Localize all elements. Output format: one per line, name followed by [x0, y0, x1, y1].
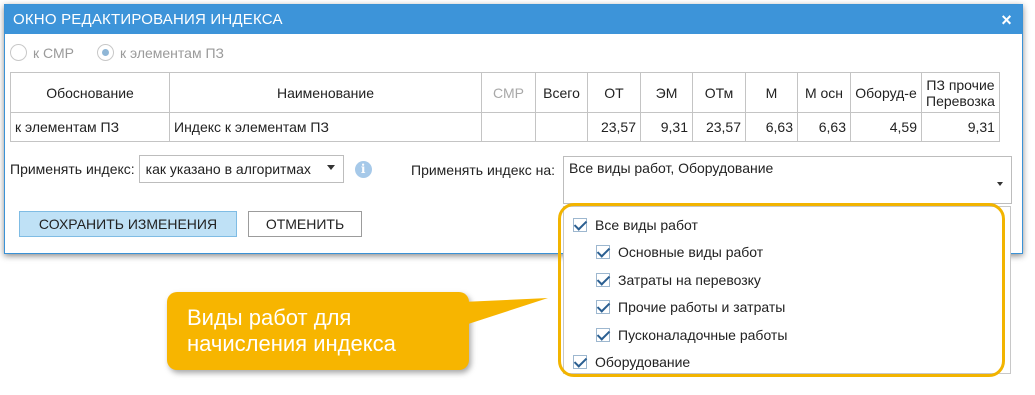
- cell-pz-other[interactable]: 9,31: [921, 112, 1000, 142]
- radio-pz-elements-label: к элементам ПЗ: [119, 44, 224, 61]
- dropdown-item-label: Все виды работ: [595, 217, 698, 233]
- callout-line-1: Виды работ для: [187, 305, 352, 330]
- callout-note: Виды работ для начисления индекса: [167, 292, 469, 370]
- dropdown-item-label: Оборудование: [595, 354, 691, 370]
- header-equipment: Оборуд-е: [850, 72, 922, 113]
- cell-m-osn[interactable]: 6,63: [797, 112, 851, 142]
- header-pz-other-line2: Перевозка: [926, 92, 995, 109]
- apply-index-on-label: Применять индекс на:: [411, 162, 556, 178]
- header-otm: ОТм: [692, 72, 746, 113]
- save-button[interactable]: СОХРАНИТЬ ИЗМЕНЕНИЯ: [19, 211, 237, 237]
- cell-em[interactable]: 9,31: [640, 112, 693, 142]
- checkbox-transport-costs[interactable]: [596, 273, 610, 287]
- checkbox-equipment[interactable]: [573, 355, 587, 369]
- apply-index-select[interactable]: как указано в алгоритмах: [138, 155, 344, 183]
- header-pz-other: ПЗ прочие Перевозка: [921, 72, 1000, 113]
- dropdown-item-all-works[interactable]: Все виды работ: [573, 217, 698, 233]
- work-types-dropdown: Все виды работ Основные виды работ Затра…: [563, 206, 1011, 374]
- header-m-osn: М осн: [797, 72, 851, 113]
- window-title: ОКНО РЕДАКТИРОВАНИЯ ИНДЕКСА: [13, 11, 283, 28]
- apply-index-row: Применять индекс: как указано в алгоритм…: [10, 155, 372, 183]
- apply-index-select-value: как указано в алгоритмах: [145, 161, 311, 177]
- header-name: Наименование: [169, 72, 482, 113]
- cell-smr[interactable]: [481, 112, 536, 142]
- radio-smr[interactable]: к СМР: [10, 44, 74, 61]
- cancel-button[interactable]: ОТМЕНИТЬ: [248, 211, 362, 237]
- radio-pz-elements[interactable]: к элементам ПЗ: [96, 44, 224, 61]
- header-pz-other-line1: ПЗ прочие: [926, 76, 995, 93]
- header-em: ЭМ: [640, 72, 693, 113]
- checkbox-commissioning[interactable]: [596, 328, 610, 342]
- radio-pz-elements-circle[interactable]: [96, 44, 114, 61]
- header-basis: Обоснование: [10, 72, 170, 113]
- dropdown-item-label: Пусконаладочные работы: [618, 327, 788, 343]
- apply-mode-radio-group: к СМР к элементам ПЗ: [10, 44, 247, 61]
- header-total: Всего: [535, 72, 588, 113]
- cell-equipment[interactable]: 4,59: [850, 112, 922, 142]
- index-table: Обоснование Наименование СМР Всего ОТ ЭМ…: [10, 72, 1000, 142]
- cell-otm[interactable]: 23,57: [692, 112, 746, 142]
- dropdown-item-equipment[interactable]: Оборудование: [573, 354, 690, 370]
- checkbox-main-works[interactable]: [596, 245, 610, 259]
- cell-ot[interactable]: 23,57: [587, 112, 641, 142]
- cell-name[interactable]: Индекс к элементам ПЗ: [169, 112, 482, 142]
- dropdown-item-label: Прочие работы и затраты: [618, 299, 786, 315]
- table-header-row: Обоснование Наименование СМР Всего ОТ ЭМ…: [10, 72, 1000, 113]
- title-bar: ОКНО РЕДАКТИРОВАНИЯ ИНДЕКСА ×: [5, 5, 1022, 34]
- callout-line-2: начисления индекса: [187, 331, 396, 356]
- apply-index-on-value: Все виды работ, Оборудование: [569, 160, 774, 176]
- close-icon[interactable]: ×: [1001, 11, 1012, 29]
- dropdown-arrow-icon[interactable]: [326, 165, 335, 170]
- header-m: М: [745, 72, 798, 113]
- table-row[interactable]: к элементам ПЗ Индекс к элементам ПЗ 23,…: [10, 112, 1000, 142]
- cell-m[interactable]: 6,63: [745, 112, 798, 142]
- checkbox-all-works[interactable]: [573, 218, 587, 232]
- header-ot: ОТ: [587, 72, 641, 113]
- apply-index-label: Применять индекс:: [10, 161, 135, 177]
- dropdown-item-label: Основные виды работ: [618, 244, 764, 260]
- cell-total[interactable]: [535, 112, 588, 142]
- dropdown-item-other-works[interactable]: Прочие работы и затраты: [596, 299, 785, 315]
- apply-index-on-select[interactable]: Все виды работ, Оборудование: [563, 156, 1012, 204]
- dropdown-arrow-icon[interactable]: [997, 182, 1003, 186]
- dropdown-item-commissioning[interactable]: Пусконаладочные работы: [596, 327, 787, 343]
- cell-basis[interactable]: к элементам ПЗ: [10, 112, 170, 142]
- radio-smr-circle[interactable]: [10, 44, 27, 61]
- callout-pointer: [462, 298, 548, 326]
- dropdown-item-transport-costs[interactable]: Затраты на перевозку: [596, 272, 761, 288]
- dropdown-item-label: Затраты на перевозку: [618, 272, 761, 288]
- dropdown-item-main-works[interactable]: Основные виды работ: [596, 244, 763, 260]
- radio-smr-label: к СМР: [33, 44, 74, 61]
- header-smr: СМР: [481, 72, 536, 113]
- info-icon[interactable]: i: [354, 160, 372, 178]
- checkbox-other-works[interactable]: [596, 300, 610, 314]
